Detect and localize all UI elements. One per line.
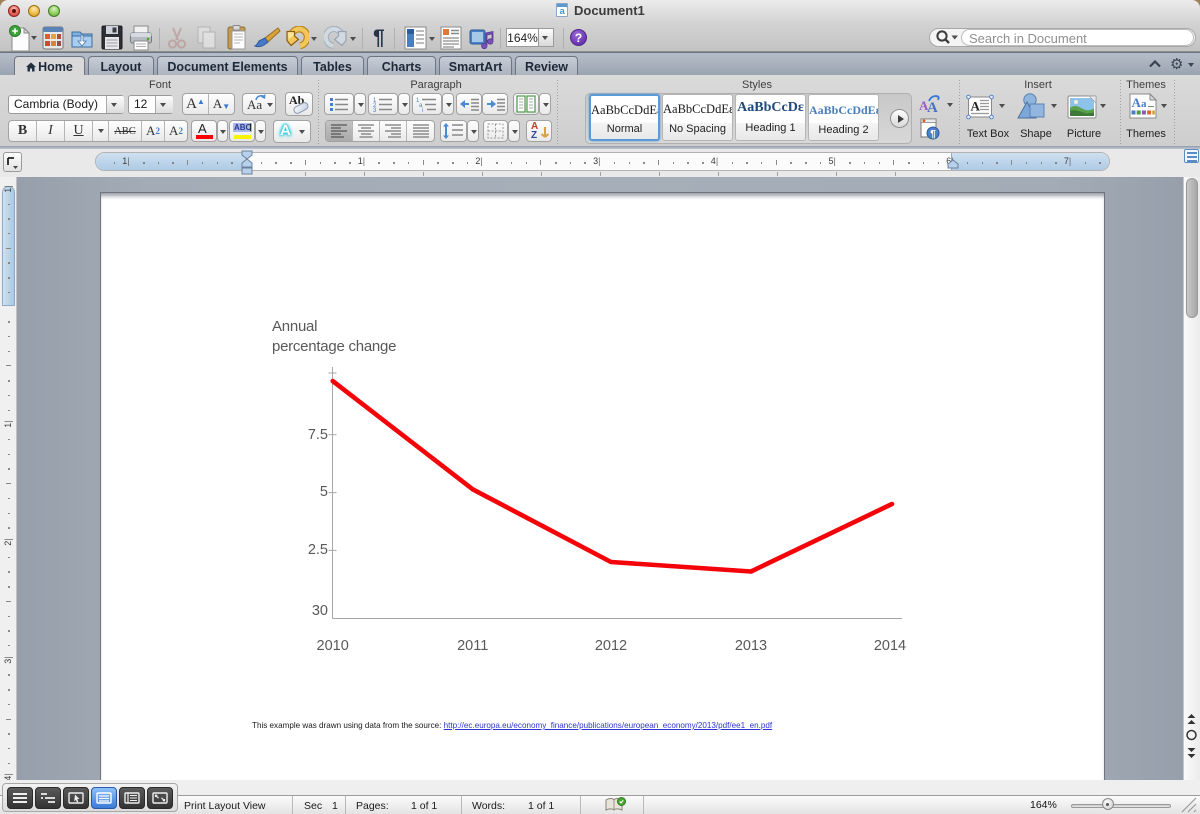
svg-text:i: i: [422, 108, 423, 114]
svg-text:A: A: [1132, 95, 1142, 110]
svg-text:¶: ¶: [930, 129, 936, 140]
svg-text:3: 3: [373, 108, 377, 114]
svg-text:A: A: [971, 99, 981, 114]
svg-text:a: a: [1141, 98, 1147, 110]
